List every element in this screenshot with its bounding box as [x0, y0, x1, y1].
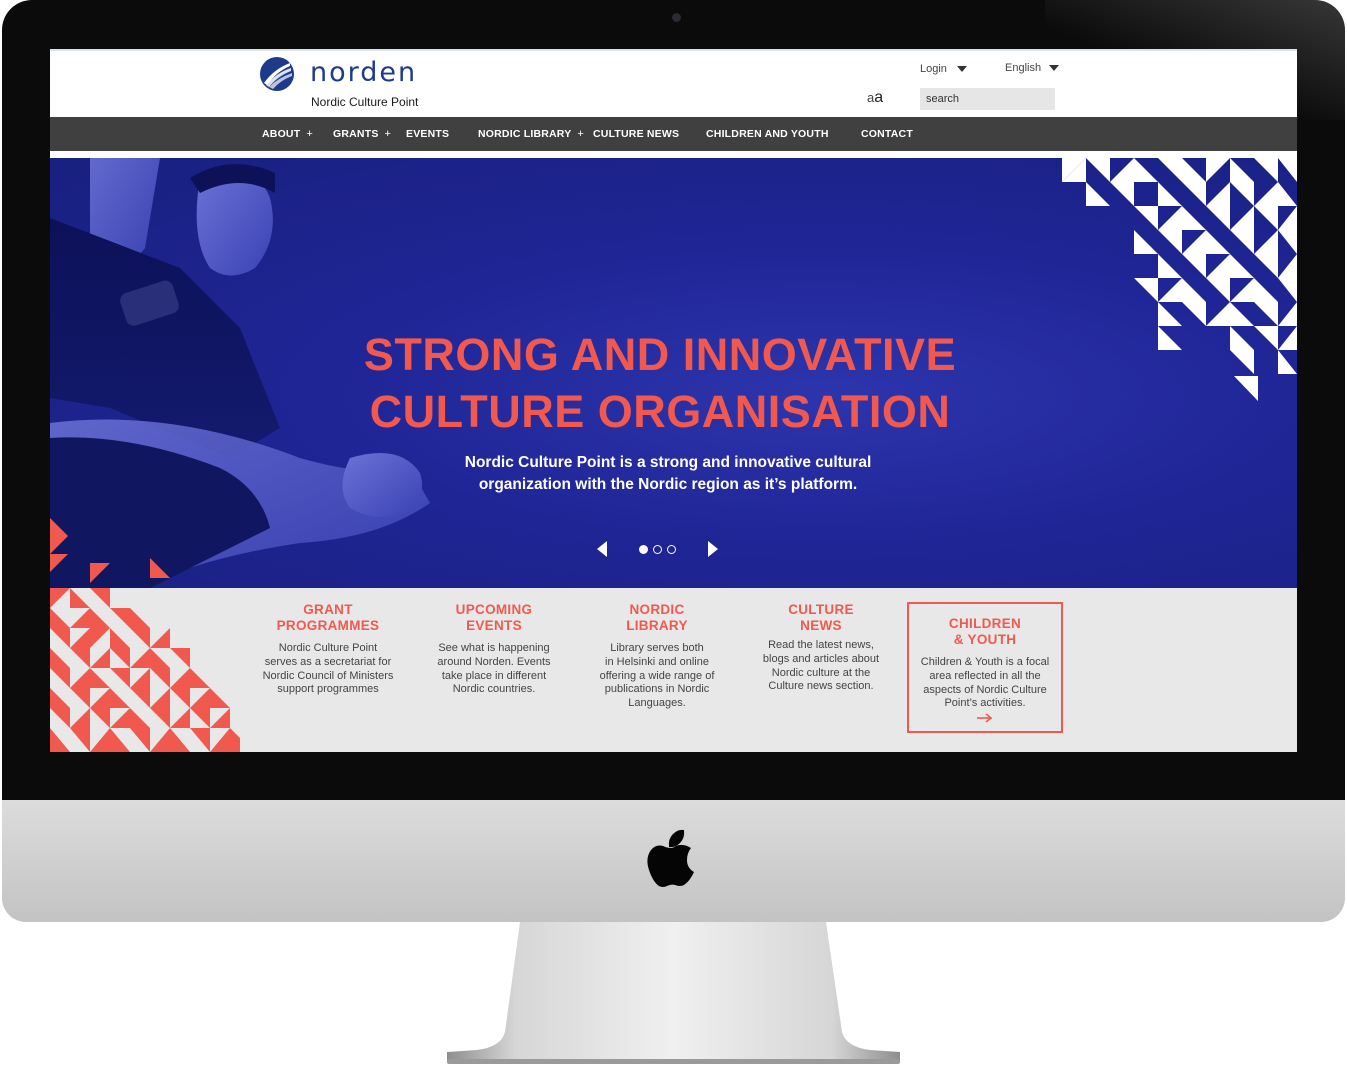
- language-label: English: [1005, 62, 1042, 74]
- card-grant-programmes[interactable]: GRANT PROGRAMMES Nordic Culture Point se…: [250, 602, 406, 697]
- slider-dot[interactable]: [639, 545, 648, 554]
- card-title: NORDIC LIBRARY: [626, 602, 688, 633]
- feature-strip: GRANT PROGRAMMES Nordic Culture Point se…: [50, 588, 1297, 752]
- arrow-left-icon[interactable]: [597, 541, 607, 557]
- slider-dot[interactable]: [667, 545, 676, 554]
- website-screen: norden Nordic Culture Point Login Englis…: [50, 49, 1297, 752]
- nav-item-children-youth[interactable]: CHILDREN AND YOUTH: [706, 128, 829, 140]
- monitor-stand: [447, 922, 900, 1064]
- camera-icon: [672, 13, 681, 22]
- card-culture-news[interactable]: CULTURE NEWS Read the latest news, blogs…: [743, 602, 899, 694]
- hero-slider: STRONG AND INNOVATIVE CULTURE ORGANISATI…: [50, 158, 1297, 588]
- font-size-toggle[interactable]: aa: [867, 89, 883, 107]
- nav-item-culture-news[interactable]: CULTURE NEWS: [593, 128, 679, 140]
- slider-dots: [639, 545, 676, 554]
- imac-frame: norden Nordic Culture Point Login Englis…: [0, 0, 1347, 1068]
- caret-down-icon: [956, 66, 967, 72]
- card-title: CHILDREN & YOUTH: [948, 616, 1022, 647]
- nav-item-grants[interactable]: GRANTS +: [333, 128, 391, 140]
- caret-down-icon: [1049, 65, 1060, 71]
- norden-logo-icon[interactable]: [260, 57, 294, 91]
- hero-subtitle: Nordic Culture Point is a strong and inn…: [464, 454, 872, 493]
- card-text: Children & Youth is a focal area reflect…: [920, 656, 1050, 710]
- card-upcoming-events[interactable]: UPCOMING EVENTS See what is happening ar…: [416, 602, 572, 697]
- card-title: GRANT PROGRAMMES: [276, 602, 380, 633]
- card-title: CULTURE NEWS: [788, 602, 854, 633]
- brand-name[interactable]: norden: [310, 57, 417, 88]
- main-nav: ABOUT + GRANTS + EVENTS NORDIC LIBRARY + CU…: [50, 117, 1297, 151]
- slider-dot[interactable]: [653, 545, 662, 554]
- decorative-triangle-pattern-coral: [50, 588, 240, 752]
- search-input[interactable]: [920, 88, 1055, 110]
- card-title: UPCOMING EVENTS: [455, 602, 533, 633]
- brand-subtitle: Nordic Culture Point: [311, 95, 419, 109]
- apple-logo-icon: [647, 829, 694, 887]
- arrow-right-icon[interactable]: [708, 541, 718, 557]
- arrow-right-small-icon[interactable]: [977, 713, 993, 723]
- login-dropdown[interactable]: Login: [920, 63, 967, 75]
- plus-icon[interactable]: +: [385, 128, 392, 140]
- site-header: norden Nordic Culture Point Login Englis…: [50, 49, 1297, 117]
- language-dropdown[interactable]: English: [1005, 62, 1060, 74]
- font-large-button[interactable]: a: [874, 89, 883, 106]
- card-text: See what is happening around Norden. Eve…: [437, 642, 551, 696]
- card-nordic-library[interactable]: NORDIC LIBRARY Library serves both in He…: [579, 602, 735, 711]
- decorative-triangle-pattern-blue: [1062, 158, 1297, 401]
- nav-item-contact[interactable]: CONTACT: [861, 128, 913, 140]
- card-text: Library serves both in Helsinki and onli…: [599, 642, 715, 710]
- card-text: Read the latest news, blogs and articles…: [762, 639, 880, 693]
- card-children-youth[interactable]: CHILDREN & YOUTH Children & Youth is a f…: [907, 602, 1063, 733]
- nav-item-nordic-library[interactable]: NORDIC LIBRARY +: [478, 128, 584, 140]
- nav-item-events[interactable]: EVENTS: [406, 128, 449, 140]
- plus-icon[interactable]: +: [577, 128, 584, 140]
- nav-item-about[interactable]: ABOUT +: [262, 128, 313, 140]
- login-label: Login: [920, 63, 947, 75]
- card-text: Nordic Culture Point serves as a secreta…: [262, 642, 394, 696]
- plus-icon[interactable]: +: [306, 128, 313, 140]
